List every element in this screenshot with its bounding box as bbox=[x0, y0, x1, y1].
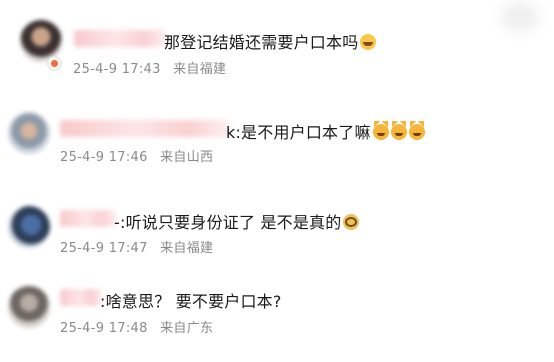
comment-time: 17:47 bbox=[108, 241, 148, 256]
laughing-emoji-icon bbox=[360, 34, 377, 50]
comment-time: 17:43 bbox=[121, 62, 161, 77]
username-blurred[interactable] bbox=[60, 289, 102, 306]
comment-text: :啥意思？ 要不要户口本? bbox=[100, 292, 282, 311]
comment-location: 来自福建 bbox=[160, 241, 214, 256]
dizzy-emoji-icon bbox=[343, 214, 360, 230]
avatar[interactable] bbox=[8, 206, 50, 248]
comment-item: k:是不用户口本了嘛 25-4-9 17:46 来自山西 bbox=[0, 90, 554, 170]
avatar[interactable] bbox=[8, 112, 50, 154]
avatar[interactable] bbox=[8, 286, 50, 328]
username-blurred[interactable] bbox=[60, 120, 230, 137]
comment-time: 17:48 bbox=[108, 321, 148, 336]
comment-time: 17:46 bbox=[108, 150, 148, 165]
comment-location: 来自广东 bbox=[160, 321, 214, 336]
comment-meta: 25-4-9 17:47 来自福建 bbox=[60, 237, 213, 256]
comment-text: 那登记结婚还需要户口本吗 bbox=[164, 29, 377, 53]
comment-date: 25-4-9 bbox=[60, 241, 105, 256]
username-blurred[interactable] bbox=[74, 30, 166, 47]
comment-item: :啥意思？ 要不要户口本? 25-4-9 17:48 来自广东 bbox=[0, 270, 554, 350]
cat-laugh-emoji-icon bbox=[390, 121, 407, 140]
comment-item: -:听说只要身份证了 是不是真的 25-4-9 17:47 来自福建 bbox=[0, 190, 554, 270]
comment-date: 25-4-9 bbox=[60, 150, 105, 165]
comment-location: 来自山西 bbox=[160, 150, 214, 165]
verified-badge-icon bbox=[47, 56, 62, 71]
cat-laugh-emoji-icon bbox=[372, 121, 389, 140]
comment-text: k:是不用户口本了嘛 bbox=[226, 119, 425, 143]
username-blurred[interactable] bbox=[60, 210, 116, 227]
comment-text: -:听说只要身份证了 是不是真的 bbox=[114, 209, 360, 233]
comment-meta: 25-4-9 17:46 来自山西 bbox=[60, 146, 213, 165]
cat-laugh-emoji-icon bbox=[408, 121, 425, 140]
comment-meta: 25-4-9 17:48 来自广东 bbox=[60, 317, 213, 336]
comment-item: 那登记结婚还需要户口本吗 25-4-9 17:43 来自福建 bbox=[0, 0, 554, 80]
comment-date: 25-4-9 bbox=[60, 321, 105, 336]
comment-date: 25-4-9 bbox=[73, 62, 118, 77]
comment-location: 来自福建 bbox=[173, 62, 227, 77]
comment-meta: 25-4-9 17:43 来自福建 bbox=[73, 58, 226, 77]
